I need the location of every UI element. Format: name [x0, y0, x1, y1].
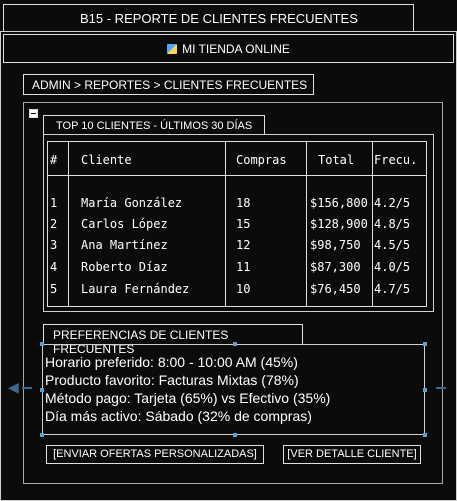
row-total: $98,750: [310, 238, 361, 252]
resize-handle[interactable]: [233, 342, 237, 346]
header-total: Total: [318, 153, 355, 167]
table-row[interactable]: 5 Laura Fernández 10 $76,450 4.7/5: [44, 280, 430, 298]
row-total: $128,900: [310, 217, 368, 231]
store-header: MI TIENDA ONLINE: [3, 34, 454, 63]
table-row[interactable]: 2 Carlos López 15 $128,900 4.8/5: [44, 215, 430, 233]
row-index: 3: [50, 238, 58, 252]
row-index: 1: [50, 196, 58, 210]
window-title: B15 - REPORTE DE CLIENTES FRECUENTES: [80, 11, 358, 26]
row-client: Roberto Díaz: [81, 260, 168, 274]
row-index: 4: [50, 260, 58, 274]
row-purchases: 11: [236, 260, 251, 274]
row-total: $87,300: [310, 260, 361, 274]
top-clients-tab-label: TOP 10 CLIENTES - ÚLTIMOS 30 DÍAS: [56, 120, 253, 132]
resize-handle[interactable]: [40, 433, 44, 437]
preferences-tab[interactable]: PREFERENCIAS DE CLIENTES FRECUENTES: [43, 324, 303, 356]
row-client: Ana Martínez: [81, 238, 168, 252]
row-purchases: 15: [236, 217, 251, 231]
table-top-border: [47, 141, 427, 142]
preference-payment: Método pago: Tarjeta (65%) vs Efectivo (…: [45, 390, 331, 406]
resize-handle[interactable]: [423, 433, 427, 437]
table-bottom-border: [47, 306, 427, 307]
right-connector: [436, 387, 446, 389]
header-purchases: Compras: [236, 153, 287, 167]
row-purchases: 12: [236, 238, 251, 252]
row-frequency: 4.7/5: [374, 282, 411, 296]
row-total: $76,450: [310, 282, 361, 296]
view-client-detail-button[interactable]: [VER DETALLE CLIENTE]: [283, 445, 421, 464]
row-client: Laura Fernández: [81, 282, 190, 296]
row-client: María González: [81, 196, 183, 210]
row-index: 2: [50, 217, 58, 231]
window-title-tab: B15 - REPORTE DE CLIENTES FRECUENTES: [3, 4, 414, 32]
row-client: Carlos López: [81, 217, 168, 231]
store-name: MI TIENDA ONLINE: [182, 42, 290, 56]
top-clients-tab[interactable]: TOP 10 CLIENTES - ÚLTIMOS 30 DÍAS: [43, 115, 265, 135]
resize-handle[interactable]: [40, 342, 44, 346]
table-row[interactable]: 1 María González 18 $156,800 4.2/5: [44, 194, 430, 212]
header-frequency: Frecu.: [374, 153, 418, 167]
breadcrumb[interactable]: ADMIN > REPORTES > CLIENTES FRECUENTES: [23, 74, 314, 95]
row-index: 5: [50, 282, 58, 296]
resize-handle[interactable]: [423, 388, 427, 392]
row-frequency: 4.8/5: [374, 217, 411, 231]
row-purchases: 18: [236, 196, 251, 210]
row-frequency: 4.2/5: [374, 196, 411, 210]
preference-schedule: Horario preferido: 8:00 - 10:00 AM (45%): [45, 354, 298, 370]
table-header-row: # Cliente Compras Total Frecu.: [44, 151, 430, 169]
row-frequency: 4.5/5: [374, 238, 411, 252]
row-purchases: 10: [236, 282, 251, 296]
row-frequency: 4.0/5: [374, 260, 411, 274]
send-offers-button[interactable]: [ENVIAR OFERTAS PERSONALIZADAS]: [46, 445, 264, 464]
resize-handle[interactable]: [40, 388, 44, 392]
table-row[interactable]: 4 Roberto Díaz 11 $87,300 4.0/5: [44, 258, 430, 276]
resize-handle[interactable]: [233, 433, 237, 437]
shopping-bag-icon: [167, 44, 178, 54]
arrow-left-icon: ◀: [8, 379, 19, 395]
table-header-separator: [47, 175, 427, 176]
preference-product: Producto favorito: Facturas Mixtas (78%): [45, 372, 299, 388]
collapse-icon[interactable]: [29, 109, 38, 118]
row-total: $156,800: [310, 196, 368, 210]
header-client: Cliente: [81, 153, 132, 167]
breadcrumb-text: ADMIN > REPORTES > CLIENTES FRECUENTES: [32, 78, 308, 92]
left-connector: [22, 387, 32, 389]
preference-active-day: Día más activo: Sábado (32% de compras): [45, 408, 312, 424]
table-row[interactable]: 3 Ana Martínez 12 $98,750 4.5/5: [44, 236, 430, 254]
header-index: #: [50, 153, 58, 167]
resize-handle[interactable]: [423, 342, 427, 346]
